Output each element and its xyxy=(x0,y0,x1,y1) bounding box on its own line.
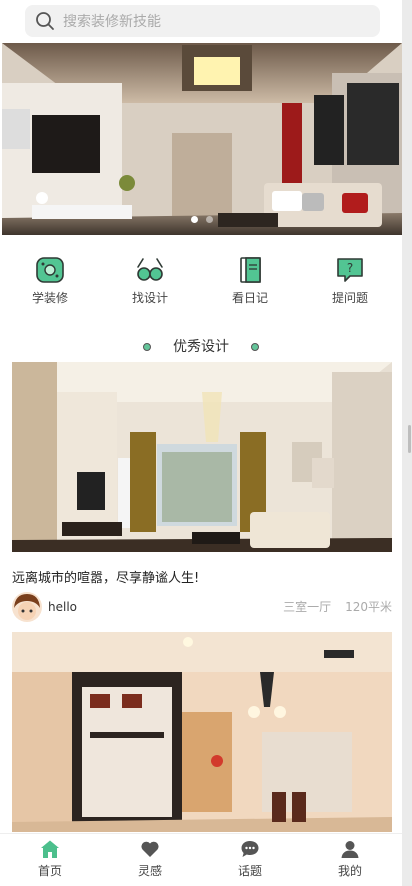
carousel-dots xyxy=(2,216,402,223)
quick-nav-label: 看日记 xyxy=(231,291,268,305)
quick-nav-label: 学装修 xyxy=(31,291,68,305)
diary-icon xyxy=(240,257,261,283)
user-icon xyxy=(341,841,359,858)
quick-nav-learn[interactable]: 学装修 xyxy=(0,255,100,311)
quick-nav-design[interactable]: 找设计 xyxy=(100,255,200,311)
author-info[interactable]: hello xyxy=(12,592,77,622)
design-card-image[interactable] xyxy=(12,632,392,832)
living-room-image xyxy=(12,362,392,552)
banner-carousel[interactable] xyxy=(2,43,402,235)
heart-icon xyxy=(141,841,159,857)
section-dot-right xyxy=(251,343,259,351)
quick-nav-ask[interactable]: ? 提问题 xyxy=(300,255,400,311)
tab-label: 灵感 xyxy=(137,864,162,878)
carousel-dot[interactable] xyxy=(191,216,198,223)
search-input[interactable]: 搜索装修新技能 xyxy=(63,11,161,31)
svg-text:?: ? xyxy=(347,261,353,275)
dining-room-image xyxy=(12,632,392,832)
home-page: 搜索装修新技能 学装修 找设计 看日记 ? 提问题 优秀设计 远离城市的喧嚣，尽… xyxy=(0,0,402,886)
quick-nav: 学装修 找设计 看日记 ? 提问题 xyxy=(0,255,402,311)
design-card-image[interactable] xyxy=(12,362,392,552)
learn-icon xyxy=(36,257,64,283)
room-layout: 三室一厅 xyxy=(283,600,332,614)
room-area: 120平米 xyxy=(345,600,392,614)
tab-home[interactable]: 首页 xyxy=(0,834,100,886)
banner-image xyxy=(2,43,402,235)
chat-icon xyxy=(241,841,259,857)
search-bar[interactable]: 搜索装修新技能 xyxy=(25,5,380,37)
quick-nav-diary[interactable]: 看日记 xyxy=(200,255,300,311)
tab-topics[interactable]: 话题 xyxy=(200,834,300,886)
tab-label: 首页 xyxy=(37,864,62,878)
design-card-title[interactable]: 远离城市的喧嚣，尽享静谧人生! xyxy=(12,567,199,586)
carousel-dot[interactable] xyxy=(206,216,213,223)
glasses-icon xyxy=(137,258,163,281)
tab-inspiration[interactable]: 灵感 xyxy=(100,834,200,886)
quick-nav-label: 找设计 xyxy=(131,291,168,305)
section-header: 优秀设计 xyxy=(0,336,402,356)
page-scrollbar[interactable] xyxy=(408,425,411,453)
tab-mine[interactable]: 我的 xyxy=(300,834,400,886)
author-name: hello xyxy=(48,600,77,614)
tab-label: 话题 xyxy=(237,864,262,878)
home-icon xyxy=(41,840,59,858)
question-icon: ? xyxy=(337,258,363,282)
design-card-meta: 三室一厅 120平米 xyxy=(269,598,392,615)
avatar xyxy=(12,592,42,622)
section-dot-left xyxy=(143,343,151,351)
search-icon xyxy=(36,12,54,30)
section-title: 优秀设计 xyxy=(173,339,229,355)
tab-label: 我的 xyxy=(337,864,362,878)
quick-nav-label: 提问题 xyxy=(331,291,368,305)
bottom-tab-bar: 首页 灵感 话题 我的 xyxy=(0,833,402,886)
